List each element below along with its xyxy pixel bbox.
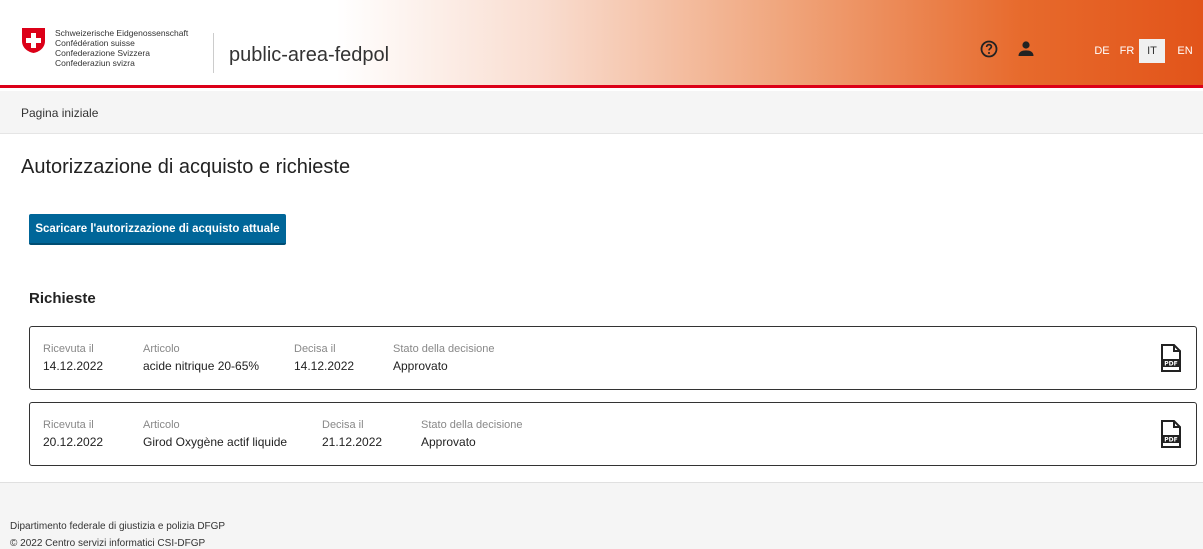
- pdf-file-icon[interactable]: PDF: [1160, 344, 1182, 372]
- received-value: 20.12.2022: [43, 435, 104, 449]
- lang-en[interactable]: EN: [1173, 39, 1197, 63]
- request-card: Ricevuta il 14.12.2022 Articolo acide ni…: [29, 326, 1197, 390]
- svg-text:PDF: PDF: [1164, 361, 1177, 368]
- article-value: acide nitrique 20-65%: [143, 359, 260, 373]
- header-separator: [213, 33, 214, 73]
- requests-section-title: Richieste: [29, 290, 96, 307]
- status-label: Stato della decisione: [421, 419, 523, 431]
- confederation-name: Schweizerische Eidgenossenschaft Confédé…: [55, 28, 188, 68]
- confed-line-rm: Confederaziun svizra: [55, 58, 135, 68]
- pdf-file-icon[interactable]: PDF: [1160, 420, 1182, 448]
- lang-it[interactable]: IT: [1139, 39, 1165, 63]
- lang-de[interactable]: DE: [1089, 39, 1115, 63]
- help-circle-icon[interactable]: [980, 40, 998, 58]
- footer-department: Dipartimento federale di giustizia e pol…: [10, 521, 226, 532]
- breadcrumb-home[interactable]: Pagina iniziale: [21, 106, 98, 120]
- app-title[interactable]: public-area-fedpol: [229, 44, 389, 67]
- status-value: Approvato: [421, 435, 476, 449]
- decided-label: Decisa il: [322, 419, 364, 431]
- decided-label: Decisa il: [294, 343, 336, 355]
- page-title: Autorizzazione di acquisto e richieste: [21, 156, 351, 178]
- footer-copyright: © 2022 Centro servizi informatici CSI-DF…: [10, 538, 206, 549]
- received-label: Ricevuta il: [43, 419, 94, 431]
- status-value: Approvato: [393, 359, 448, 373]
- user-icon[interactable]: [1017, 40, 1035, 58]
- decided-value: 21.12.2022: [322, 435, 383, 449]
- confed-line-it: Confederazione Svizzera: [55, 48, 150, 58]
- swiss-cross-logo-icon[interactable]: [21, 27, 46, 54]
- received-value: 14.12.2022: [43, 359, 104, 373]
- request-card: Ricevuta il 20.12.2022 Articolo Girod Ox…: [29, 402, 1197, 466]
- confed-line-de: Schweizerische Eidgenossenschaft: [55, 28, 189, 38]
- confed-line-fr: Confédération suisse: [55, 38, 135, 48]
- article-value: Girod Oxygène actif liquide: [143, 435, 288, 449]
- article-label: Articolo: [143, 419, 180, 431]
- received-label: Ricevuta il: [43, 343, 94, 355]
- download-authorization-button[interactable]: Scaricare l'autorizzazione di acquisto a…: [29, 214, 286, 245]
- svg-text:PDF: PDF: [1164, 437, 1177, 444]
- decided-value: 14.12.2022: [294, 359, 355, 373]
- status-label: Stato della decisione: [393, 343, 495, 355]
- lang-fr[interactable]: FR: [1114, 39, 1140, 63]
- breadcrumb-bar: [0, 91, 1203, 134]
- article-label: Articolo: [143, 343, 180, 355]
